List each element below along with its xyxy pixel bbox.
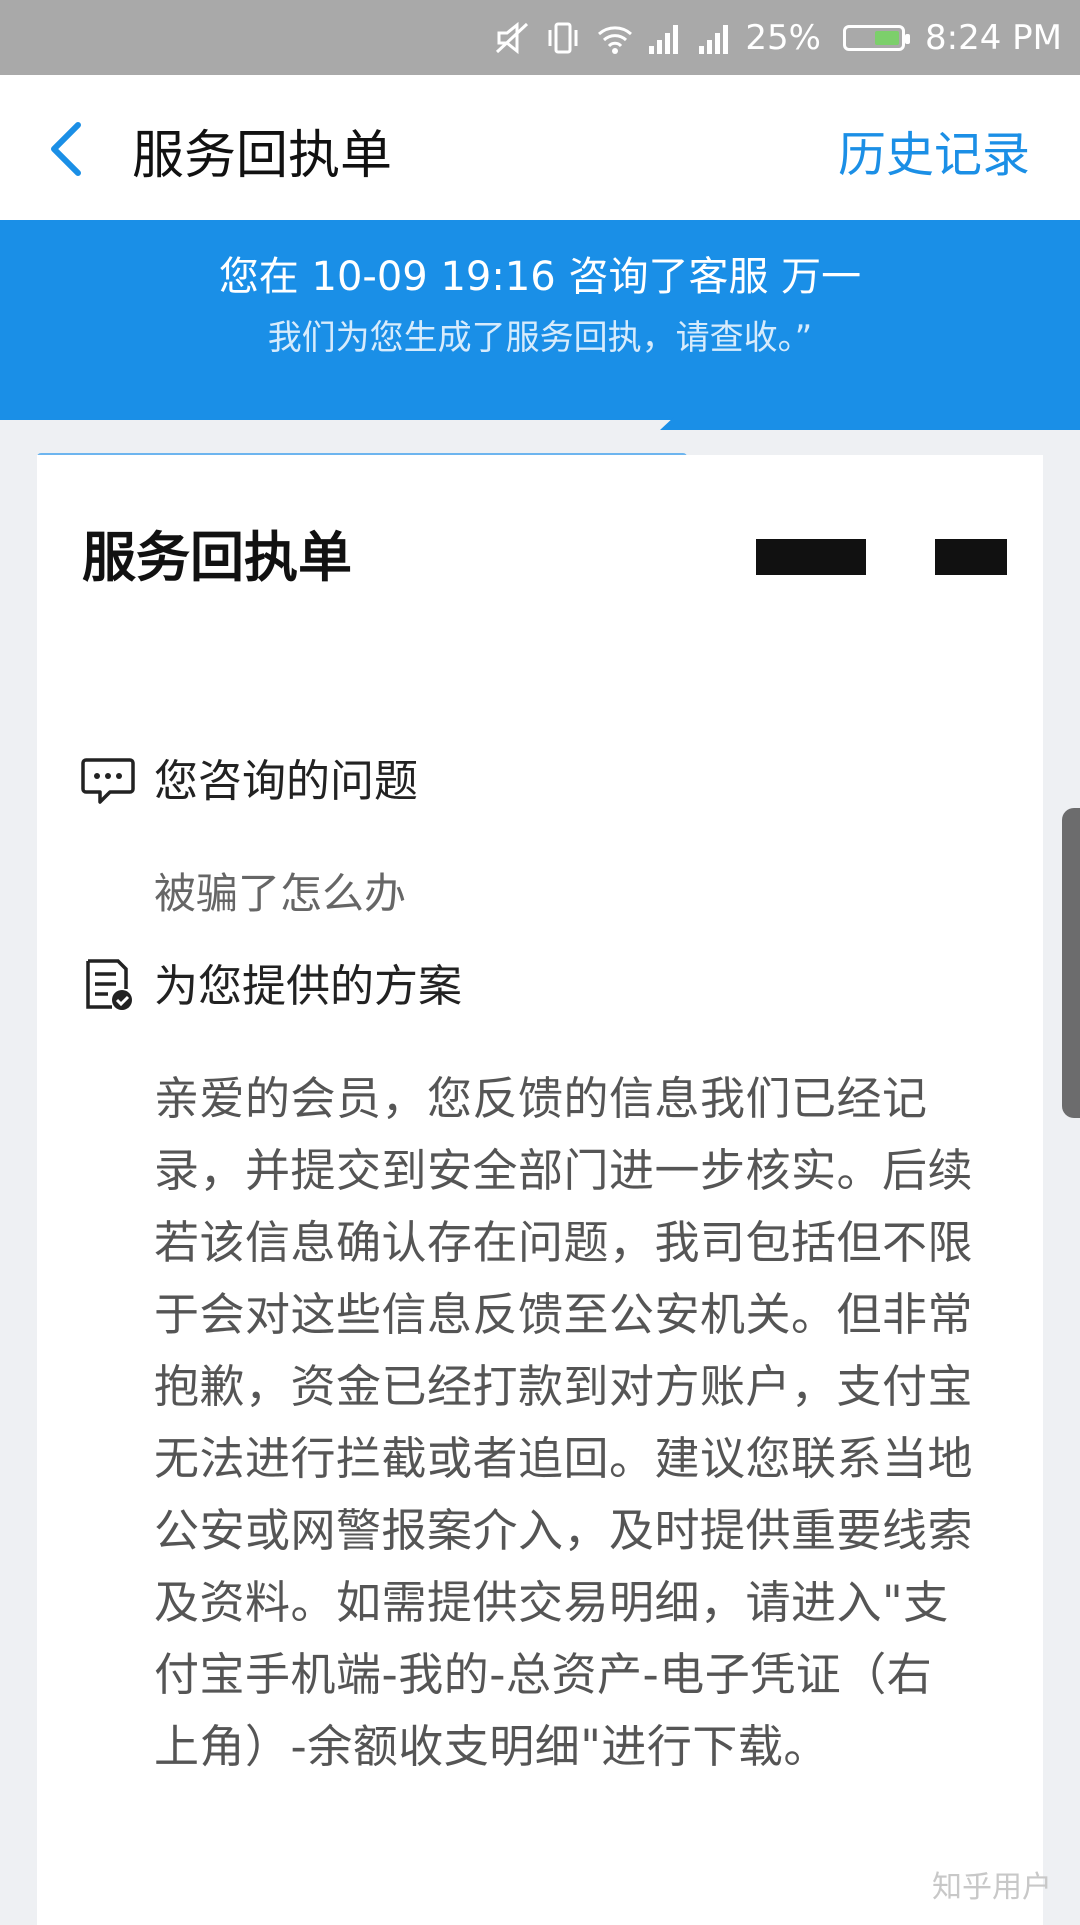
receipt-card: 服务回执单 您咨询的问题 被骗了怎么办 为您提供的方案 亲爱的会员，您反馈的信息… bbox=[37, 455, 1043, 1925]
mute-icon bbox=[495, 20, 531, 56]
question-text: 被骗了怎么办 bbox=[154, 869, 407, 918]
redacted-block bbox=[935, 539, 1007, 575]
status-bar: 25% 8:24 PM bbox=[0, 0, 1080, 75]
status-time: 8:24 PM bbox=[925, 17, 1062, 58]
wifi-icon bbox=[595, 20, 633, 56]
history-button[interactable]: 历史记录 bbox=[838, 115, 1030, 185]
card-title: 服务回执单 bbox=[82, 526, 352, 589]
solution-heading: 为您提供的方案 bbox=[154, 961, 462, 1012]
vibrate-icon bbox=[545, 20, 581, 56]
banner-notch bbox=[660, 416, 1080, 430]
app-header: 服务回执单 历史记录 bbox=[0, 75, 1080, 220]
scroll-handle[interactable] bbox=[1062, 808, 1080, 1118]
signal-icon bbox=[645, 20, 681, 56]
battery-icon bbox=[843, 24, 910, 51]
solution-text: 亲爱的会员，您反馈的信息我们已经记录，并提交到安全部门进一步核实。后续若该信息确… bbox=[154, 1072, 974, 1773]
question-heading: 您咨询的问题 bbox=[154, 756, 418, 807]
battery-percent: 25% bbox=[745, 17, 821, 58]
redacted-block bbox=[756, 539, 866, 575]
watermark: 知乎用户 bbox=[932, 1870, 1052, 1905]
back-icon[interactable] bbox=[44, 119, 88, 179]
page-title: 服务回执单 bbox=[132, 126, 393, 186]
chat-bubble-icon bbox=[80, 752, 136, 808]
consult-banner: 您在 10-09 19:16 咨询了客服 万一 我们为您生成了服务回执，请查收。… bbox=[0, 220, 1080, 420]
signal-icon bbox=[695, 20, 731, 56]
banner-consult-info: 您在 10-09 19:16 咨询了客服 万一 bbox=[218, 254, 862, 300]
banner-receipt-note: 我们为您生成了服务回执，请查收。” bbox=[267, 318, 813, 358]
document-check-icon bbox=[80, 957, 136, 1013]
